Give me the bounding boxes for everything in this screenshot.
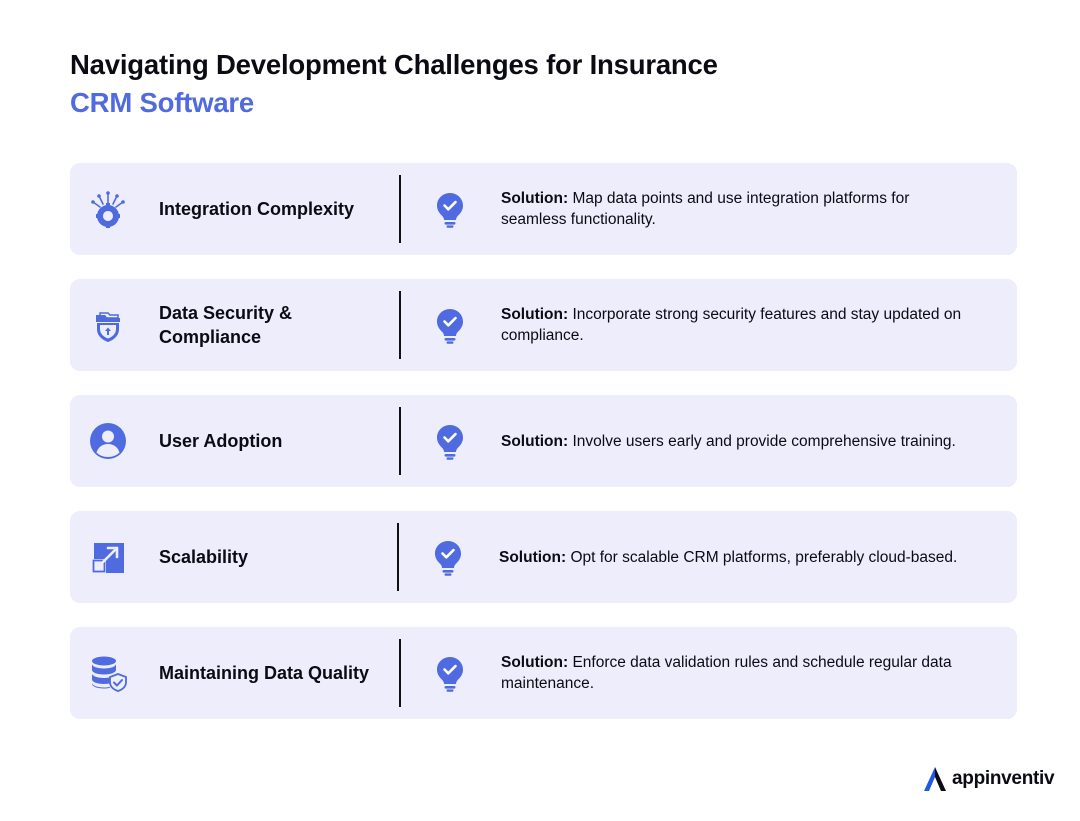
lightbulb-check-icon	[434, 540, 462, 576]
challenge-card-scalability: Scalability Solution: Opt for scalable C…	[70, 511, 1017, 603]
challenge-card-user-adoption: User Adoption Solution: Involve users ea…	[70, 395, 1017, 487]
solution-body: Enforce data validation rules and schedu…	[501, 654, 952, 692]
solution-prefix: Solution:	[501, 190, 569, 207]
lightbulb-check-icon	[436, 308, 464, 344]
challenge-label: Maintaining Data Quality	[159, 663, 370, 683]
appinventiv-logo-icon	[924, 767, 946, 791]
solution-text: Solution: Opt for scalable CRM platforms…	[499, 511, 969, 603]
challenge-label: Scalability	[159, 547, 249, 567]
divider	[399, 639, 401, 707]
challenge-card-data-security: Data Security & Compliance Solution: Inc…	[70, 279, 1017, 371]
challenge-list: Integration Complexity Solution: Map dat…	[70, 163, 1017, 743]
divider	[399, 407, 401, 475]
title-line-2: CRM Software	[70, 87, 255, 118]
title-line-1: Navigating Development Challenges for In…	[70, 49, 718, 80]
challenge-card-data-quality: Maintaining Data Quality Solution: Enfor…	[70, 627, 1017, 719]
page-title: Navigating Development Challenges for In…	[70, 46, 718, 122]
divider	[399, 291, 401, 359]
solution-prefix: Solution:	[501, 654, 569, 671]
infographic-page: Navigating Development Challenges for In…	[0, 0, 1080, 821]
solution-text: Solution: Incorporate strong security fe…	[501, 279, 971, 371]
brand-name: appinventiv	[952, 768, 1055, 789]
challenge-label: Integration Complexity	[159, 199, 355, 219]
solution-text: Solution: Enforce data validation rules …	[501, 627, 971, 719]
brand-logo: appinventiv	[922, 764, 1055, 794]
expand-arrow-icon	[88, 537, 128, 577]
challenge-card-integration-complexity: Integration Complexity Solution: Map dat…	[70, 163, 1017, 255]
integration-gear-icon	[88, 189, 128, 229]
solution-text: Solution: Involve users early and provid…	[501, 395, 971, 487]
user-icon	[88, 421, 128, 461]
challenge-label: Data Security & Compliance	[159, 303, 293, 347]
lightbulb-check-icon	[436, 656, 464, 692]
challenge-label: User Adoption	[159, 431, 283, 451]
solution-body: Incorporate strong security features and…	[501, 306, 962, 344]
solution-text: Solution: Map data points and use integr…	[501, 163, 971, 255]
lightbulb-check-icon	[436, 192, 464, 228]
lightbulb-check-icon	[436, 424, 464, 460]
solution-body: Opt for scalable CRM platforms, preferab…	[566, 548, 958, 566]
database-check-icon	[88, 653, 128, 693]
solution-body: Involve users early and provide comprehe…	[568, 432, 956, 450]
shield-folder-icon	[88, 305, 128, 345]
solution-prefix: Solution:	[499, 548, 567, 566]
divider	[397, 523, 399, 591]
solution-prefix: Solution:	[501, 306, 569, 323]
divider	[399, 175, 401, 243]
solution-prefix: Solution:	[501, 432, 569, 450]
